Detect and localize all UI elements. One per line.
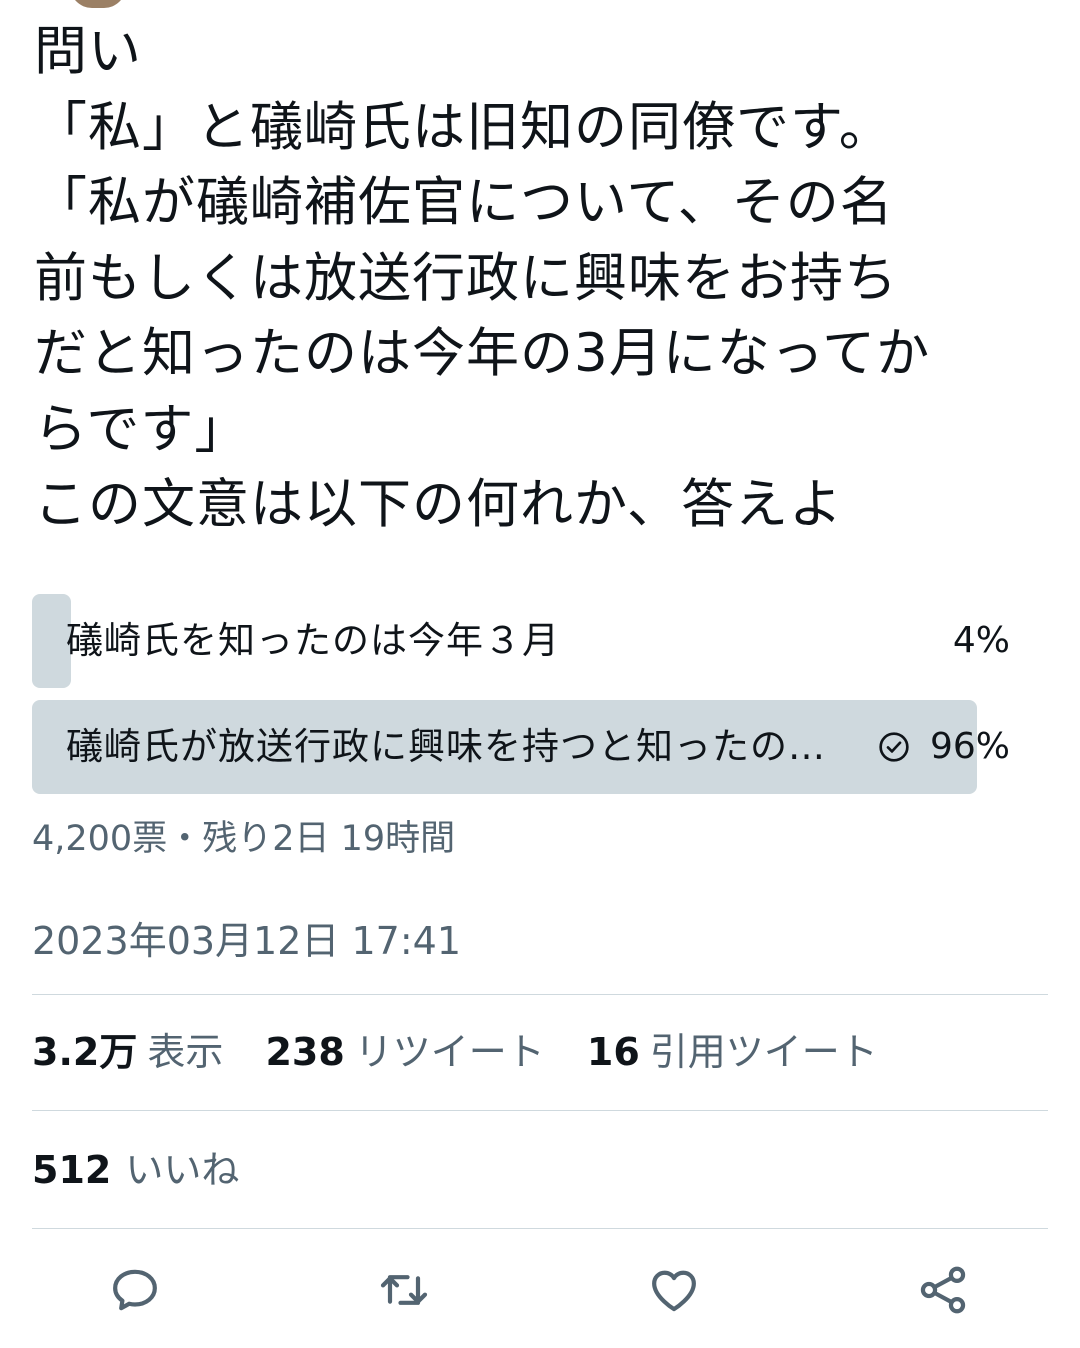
poll-option-percent: 96% xyxy=(929,726,1010,767)
views-label: 表示 xyxy=(147,1030,224,1074)
share-icon xyxy=(920,1266,966,1314)
likes-stat[interactable]: 512 いいね xyxy=(32,1140,239,1200)
reply-button[interactable] xyxy=(107,1262,163,1318)
stats-row: 3.2万 表示 238 リツイート 16 引用ツイート xyxy=(32,1022,908,1082)
avatar[interactable] xyxy=(70,0,126,8)
views-stat[interactable]: 3.2万 表示 xyxy=(32,1030,253,1074)
retweets-stat[interactable]: 238 リツイート xyxy=(265,1030,574,1074)
retweets-count: 238 xyxy=(265,1030,345,1074)
poll-option-2: 礒崎氏が放送行政に興味を持つと知ったのは今年3月 96% xyxy=(32,700,1016,794)
poll-option-1: 礒崎氏を知ったのは今年３月 4% xyxy=(32,594,1016,688)
like-icon xyxy=(652,1270,696,1312)
views-count: 3.2万 xyxy=(32,1030,138,1074)
poll: 礒崎氏を知ったのは今年３月 4% 礒崎氏が放送行政に興味を持つと知ったのは今年3… xyxy=(32,594,1016,806)
retweets-label: リツイート xyxy=(354,1030,545,1074)
quotes-label: 引用ツイート xyxy=(649,1030,878,1074)
likes-count: 512 xyxy=(32,1148,112,1192)
divider xyxy=(32,994,1048,995)
poll-option-label: 礒崎氏を知ったのは今年３月 xyxy=(66,619,560,662)
share-button[interactable] xyxy=(915,1262,971,1318)
like-button[interactable] xyxy=(646,1262,702,1318)
retweet-icon xyxy=(380,1275,428,1305)
poll-option-percent: 4% xyxy=(952,620,1010,661)
divider xyxy=(32,1110,1048,1111)
reply-icon xyxy=(113,1269,157,1311)
tweet-timestamp[interactable]: 2023年03月12日 17:41 xyxy=(32,910,461,965)
quotes-stat[interactable]: 16 引用ツイート xyxy=(587,1030,908,1074)
quotes-count: 16 xyxy=(586,1030,640,1074)
likes-label: いいね xyxy=(125,1148,240,1192)
retweet-button[interactable] xyxy=(376,1262,432,1318)
divider xyxy=(32,1228,1048,1229)
poll-meta: 4,200票・残り2日 19時間 xyxy=(32,819,456,859)
tweet-text: 問い 「私」と礒崎氏は旧知の同僚です。 「私が礒崎補佐官について、その名 前もし… xyxy=(34,21,931,535)
check-circle-icon xyxy=(879,732,909,762)
poll-option-label: 礒崎氏が放送行政に興味を持つと知ったのは今年3月 xyxy=(66,725,836,768)
